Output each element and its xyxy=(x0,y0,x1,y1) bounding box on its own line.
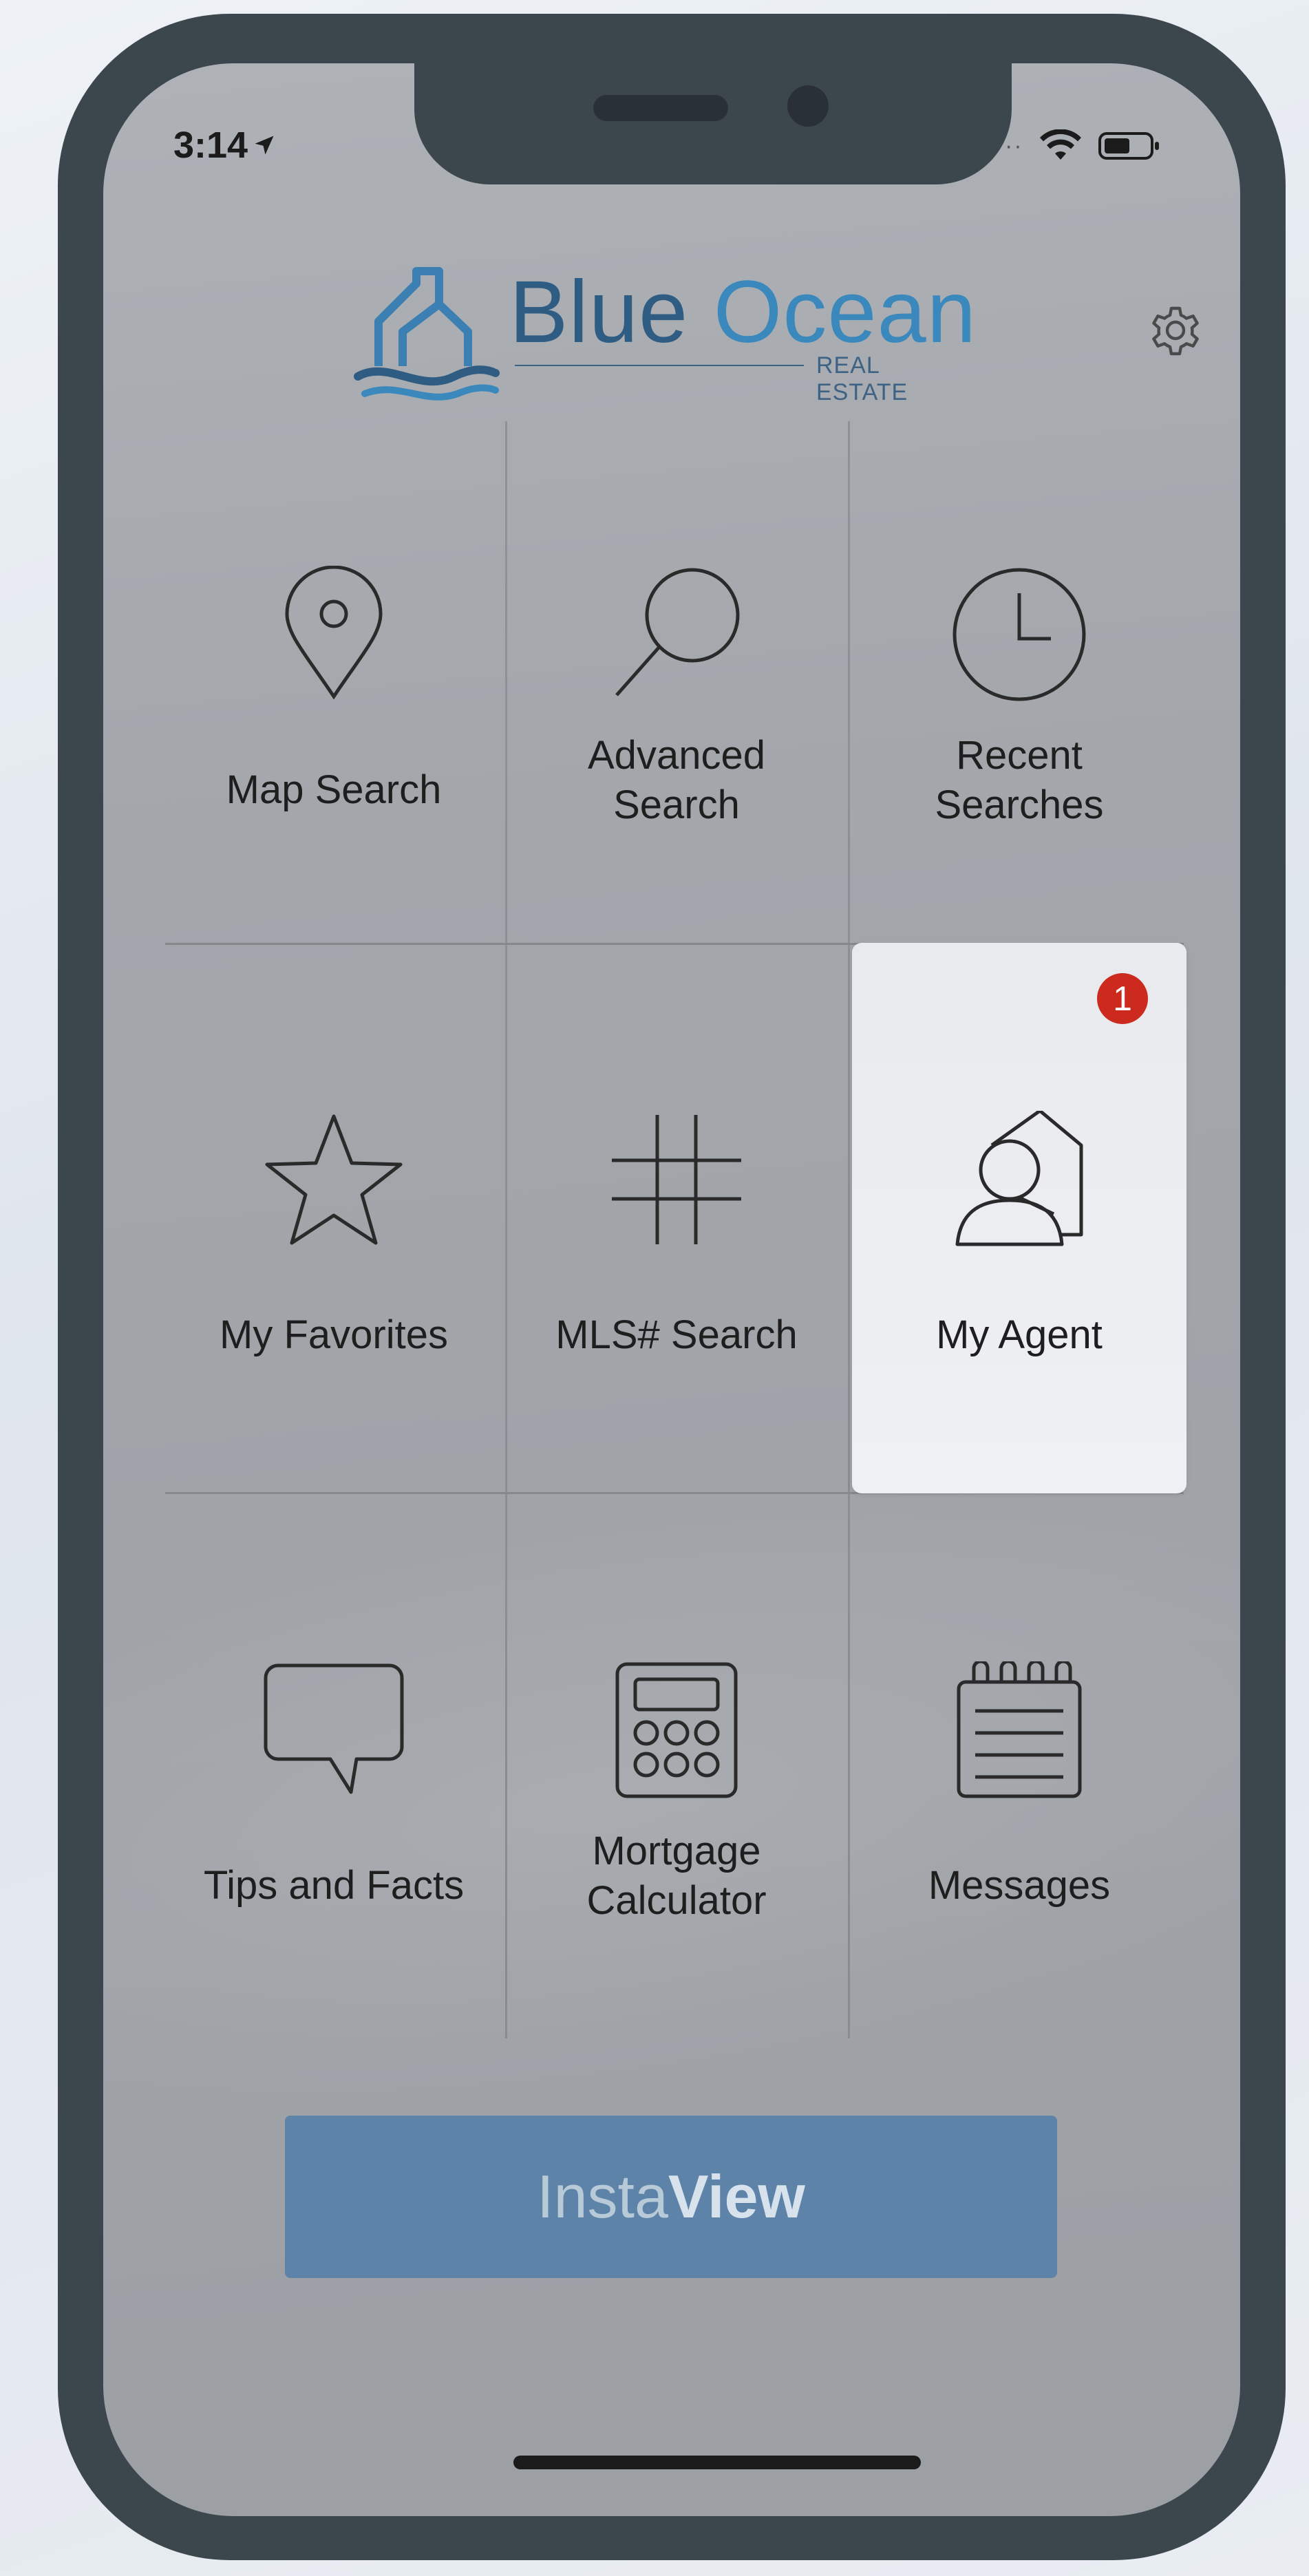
brand-name: Blue Ocean xyxy=(509,262,977,363)
recent-searches-line1: Recent xyxy=(956,733,1083,778)
status-time: 3:14 xyxy=(173,124,277,167)
gear-icon[interactable] xyxy=(1142,297,1209,363)
phone-frame: 3:14 ····· xyxy=(58,14,1286,2560)
magnifier-icon xyxy=(615,568,740,696)
my-favorites-button[interactable]: My Favorites xyxy=(172,1111,496,1360)
instaview-label-part1: Insta xyxy=(537,2162,668,2231)
tips-and-facts-button[interactable]: Tips and Facts xyxy=(172,1661,496,1910)
recent-searches-button[interactable]: Recent Searches xyxy=(858,566,1181,830)
hashtag-icon xyxy=(612,1115,741,1244)
brand-name-part1: Blue xyxy=(509,263,689,361)
tips-and-facts-label: Tips and Facts xyxy=(203,1863,465,1908)
map-pin-icon xyxy=(285,566,383,700)
recent-searches-line2: Searches xyxy=(935,783,1104,827)
logo-house-icon xyxy=(354,267,500,401)
mortgage-calculator-button[interactable]: Mortgage Calculator xyxy=(515,1661,838,1926)
calculator-icon xyxy=(615,1662,738,1798)
map-search-label: Map Search xyxy=(226,767,442,812)
advanced-search-line1: Advanced xyxy=(588,733,765,778)
mls-search-button[interactable]: MLS# Search xyxy=(515,1111,838,1360)
agent-house-icon xyxy=(955,1111,1083,1246)
speaker-grille xyxy=(593,95,728,121)
messages-button[interactable]: Messages xyxy=(858,1661,1181,1910)
status-time-text: 3:14 xyxy=(173,125,248,166)
my-favorites-label: My Favorites xyxy=(220,1312,448,1357)
location-arrow-icon xyxy=(255,136,274,155)
instaview-button[interactable]: Insta View xyxy=(285,2116,1057,2278)
mortgage-calculator-line1: Mortgage xyxy=(592,1829,761,1873)
mls-search-label: MLS# Search xyxy=(555,1312,798,1357)
front-camera xyxy=(787,85,829,127)
clock-icon xyxy=(953,568,1086,701)
phone-notch xyxy=(414,63,1012,184)
brand-logo: Blue Ocean REAL ESTATE xyxy=(351,256,976,414)
notepad-icon xyxy=(957,1661,1082,1798)
battery-icon xyxy=(1098,132,1159,160)
mortgage-calculator-label: Mortgage Calculator xyxy=(586,1827,766,1926)
notification-badge: 1 xyxy=(1097,973,1148,1024)
star-icon xyxy=(265,1114,403,1245)
map-search-button[interactable]: Map Search xyxy=(172,566,496,815)
advanced-search-button[interactable]: Advanced Search xyxy=(515,566,838,830)
grid-divider-v2 xyxy=(848,421,850,2039)
speech-bubble-icon xyxy=(264,1663,404,1794)
logo-divider xyxy=(515,365,804,366)
my-agent-button[interactable]: My Agent xyxy=(858,1111,1181,1360)
grid-divider-v1 xyxy=(505,421,507,2039)
brand-subtitle: REAL ESTATE xyxy=(816,352,908,405)
instaview-label-part2: View xyxy=(668,2162,805,2231)
brand-name-part2: Ocean xyxy=(713,263,977,361)
messages-label: Messages xyxy=(928,1863,1111,1908)
wifi-icon xyxy=(1039,129,1081,160)
home-indicator[interactable] xyxy=(513,2456,921,2469)
app-screen: 3:14 ····· xyxy=(103,63,1240,2516)
advanced-search-label: Advanced Search xyxy=(588,731,765,830)
advanced-search-line2: Search xyxy=(613,783,740,827)
recent-searches-label: Recent Searches xyxy=(935,731,1103,830)
mortgage-calculator-line2: Calculator xyxy=(586,1878,767,1923)
my-agent-label: My Agent xyxy=(936,1312,1103,1357)
